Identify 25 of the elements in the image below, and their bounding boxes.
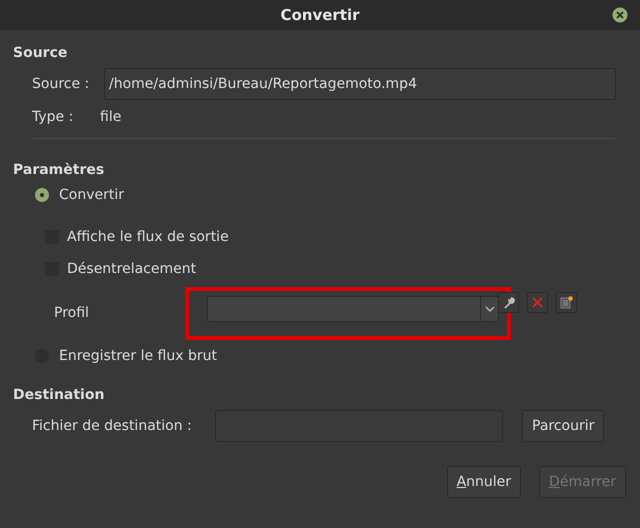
- delete-button[interactable]: [527, 292, 548, 313]
- section-heading: Destination: [13, 387, 104, 403]
- chevron-icon: [484, 306, 494, 312]
- profile-label: Profil: [54, 305, 90, 321]
- checkbox-label: Affiche le flux de sortie: [67, 229, 229, 245]
- type-label: Type :: [32, 109, 74, 125]
- type-value: file: [100, 109, 122, 125]
- section-heading: Paramètres: [13, 162, 104, 178]
- destination-label: Fichier de destination :: [32, 418, 193, 434]
- browse-button[interactable]: Parcourir: [522, 410, 604, 442]
- radio-label: Convertir: [59, 187, 124, 203]
- radio-label: Enregistrer le flux brut: [59, 348, 217, 364]
- list-icon: [560, 296, 573, 309]
- source-label: Source :: [32, 76, 90, 92]
- cross-icon: [532, 297, 543, 308]
- new-profile-button[interactable]: [556, 292, 577, 313]
- radio-button[interactable]: [35, 188, 49, 202]
- source-field[interactable]: /home/adminsi/Bureau/Reportagemoto.mp4: [104, 68, 616, 100]
- section-heading: Source: [13, 45, 68, 61]
- close-icon[interactable]: [612, 7, 628, 23]
- wrench-button[interactable]: [498, 292, 519, 313]
- wrench-icon: [502, 296, 514, 308]
- window-title: Convertir: [280, 6, 360, 24]
- checkbox-label: Désentrelacement: [67, 261, 196, 277]
- dialog-button[interactable]: Annuler: [446, 466, 522, 498]
